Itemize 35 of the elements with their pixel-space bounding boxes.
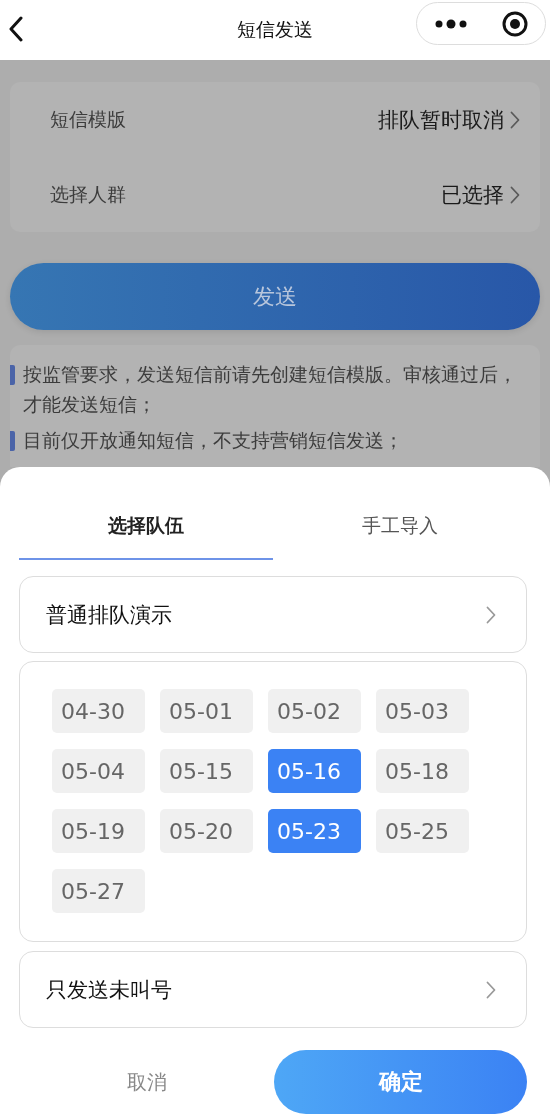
chevron-right-icon xyxy=(486,980,496,999)
close-icon[interactable] xyxy=(501,10,528,37)
filter-selector[interactable]: 只发送未叫号 xyxy=(19,951,527,1028)
notice-text: 目前仅开放通知短信，不支持营销短信发送； xyxy=(23,428,403,453)
tab[interactable]: 选择队伍 xyxy=(19,502,273,560)
bullet-bar xyxy=(10,431,15,451)
more-icon[interactable] xyxy=(434,18,467,29)
date-chip[interactable]: 05-18 xyxy=(376,749,469,793)
date-chip[interactable]: 05-27 xyxy=(52,869,145,913)
confirm-button[interactable]: 确定 xyxy=(274,1050,527,1114)
send-button[interactable]: 发送 xyxy=(10,263,540,330)
date-chip[interactable]: 05-23 xyxy=(268,809,361,853)
cancel-button[interactable]: 取消 xyxy=(19,1050,274,1114)
date-chip[interactable]: 04-30 xyxy=(52,689,145,733)
date-chip[interactable]: 05-02 xyxy=(268,689,361,733)
field-label: 选择人群 xyxy=(50,181,126,207)
date-chip[interactable]: 05-01 xyxy=(160,689,253,733)
field-value[interactable]: 排队暂时取消 xyxy=(378,105,520,134)
bullet-bar xyxy=(10,365,15,385)
date-chip[interactable]: 05-15 xyxy=(160,749,253,793)
notice-text: 按监管要求，发送短信前请先创建短信模版。审核通过后，才能发送短信； xyxy=(23,362,518,417)
chevron-right-icon xyxy=(510,110,520,129)
tab[interactable]: 手工导入 xyxy=(273,502,527,560)
chevron-right-icon xyxy=(486,605,496,624)
date-chip[interactable]: 05-04 xyxy=(52,749,145,793)
date-chip[interactable]: 05-19 xyxy=(52,809,145,853)
field-value[interactable]: 已选择 xyxy=(441,180,520,209)
chevron-right-icon xyxy=(510,185,520,204)
date-chip[interactable]: 05-20 xyxy=(160,809,253,853)
date-chip[interactable]: 05-16 xyxy=(268,749,361,793)
date-chip[interactable]: 05-03 xyxy=(376,689,469,733)
date-chip[interactable]: 05-25 xyxy=(376,809,469,853)
team-selector[interactable]: 普通排队演示 xyxy=(19,576,527,653)
page-title: 短信发送 xyxy=(237,17,313,42)
field-label: 短信模版 xyxy=(50,106,126,132)
